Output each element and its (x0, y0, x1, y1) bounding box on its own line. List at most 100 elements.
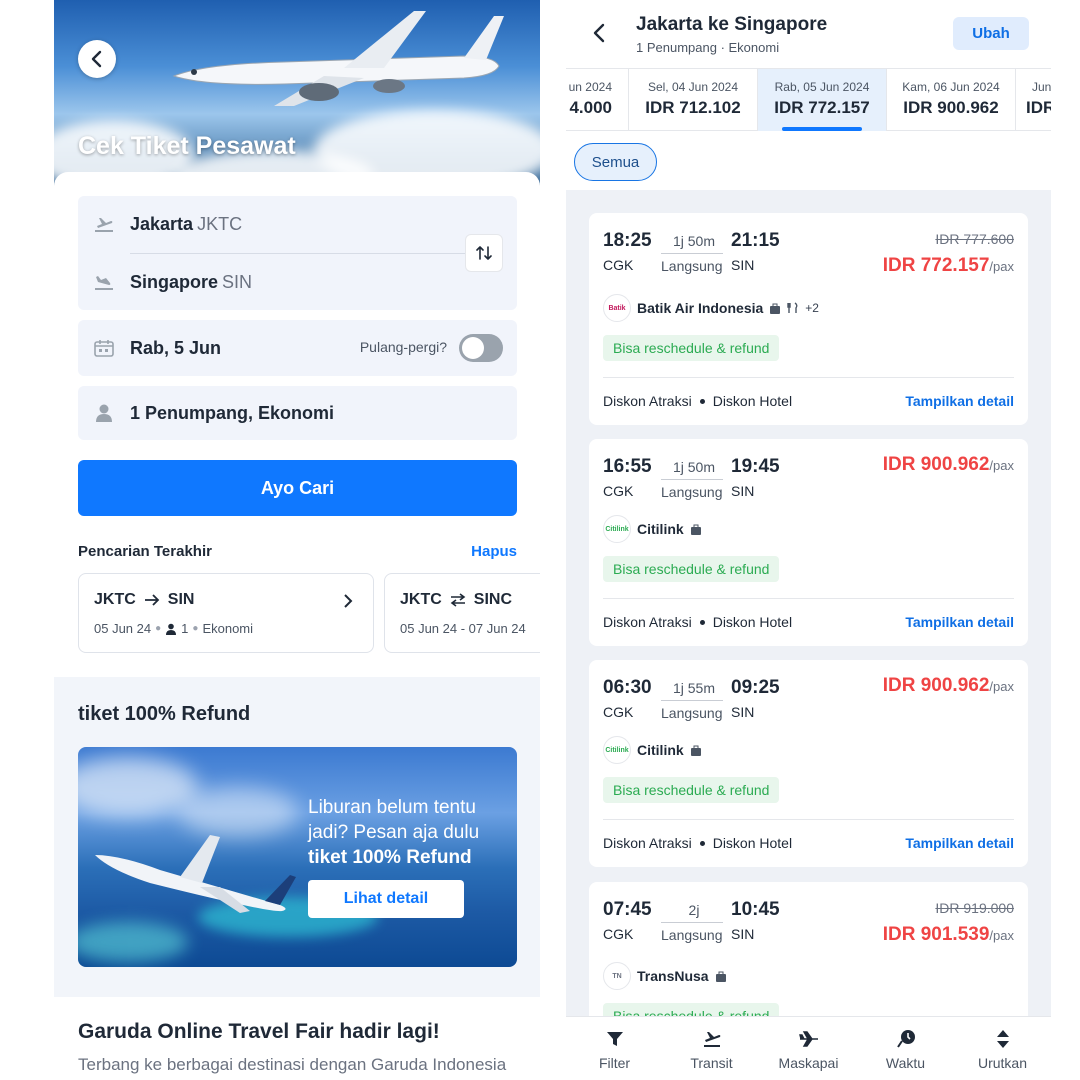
filter-button[interactable]: Filter (566, 1027, 663, 1071)
baggage-icon (770, 303, 781, 314)
date-selector: un 2024 4.000 Sel, 04 Jun 2024 IDR 712.1… (566, 68, 1051, 131)
takeoff-icon (95, 218, 113, 232)
airline: Citilink Citilink (603, 736, 702, 764)
hero-banner: Cek Tiket Pesawat (54, 0, 540, 190)
date-tab[interactable]: un 2024 4.000 (566, 69, 629, 131)
recent-from: JKTC (94, 591, 136, 608)
show-detail-link[interactable]: Tampilkan detail (905, 614, 1014, 630)
promo-section-title: tiket 100% Refund (78, 703, 251, 725)
transit-button[interactable]: Transit (663, 1027, 760, 1071)
swap-route-button[interactable] (465, 234, 503, 272)
show-detail-link[interactable]: Tampilkan detail (905, 835, 1014, 851)
flight-duration: 2j (688, 902, 700, 918)
departure-time: 07:45 (603, 899, 652, 920)
page-title: Cek Tiket Pesawat (78, 132, 296, 160)
airline: Batik Batik Air Indonesia +2 (603, 294, 819, 322)
person-icon (96, 404, 112, 422)
date-tab-selected[interactable]: Rab, 05 Jun 2024 IDR 772.157 (758, 69, 887, 131)
time-button[interactable]: Waktu (857, 1027, 954, 1071)
recent-date: 05 Jun 24 (94, 621, 152, 636)
landing-icon (95, 276, 113, 290)
original-price: IDR 919.000 (935, 900, 1014, 916)
baggage-icon (690, 745, 701, 756)
price: IDR 900.962/pax (882, 675, 1014, 696)
original-price: IDR 777.600 (935, 231, 1014, 247)
refund-badge: Bisa reschedule & refund (603, 556, 780, 582)
selected-indicator (782, 127, 862, 131)
recent-searches-title: Pencarian Terakhir (78, 543, 212, 560)
round-trip-toggle[interactable] (459, 334, 503, 362)
baggage-icon (715, 971, 726, 982)
price: IDR 901.539/pax (882, 924, 1014, 945)
departure-time: 18:25 (603, 230, 652, 251)
refund-badge: Bisa reschedule & refund (603, 335, 780, 361)
departure-time: 06:30 (603, 677, 652, 698)
promo-banner[interactable]: Liburan belum tentu jadi? Pesan aja dulu… (78, 747, 517, 967)
recent-pax: 1 (181, 621, 189, 636)
origin-field[interactable]: Jakarta JKTC (78, 196, 517, 252)
destination-field[interactable]: Singapore SIN (78, 254, 517, 310)
search-button[interactable]: Ayo Cari (78, 460, 517, 516)
arrow-right-icon (144, 594, 160, 606)
flight-card[interactable]: 18:25 1j 50m 21:15 CGK Langsung SIN IDR … (589, 213, 1028, 425)
show-detail-link[interactable]: Tampilkan detail (905, 393, 1014, 409)
arrival-time: 19:45 (731, 456, 780, 477)
back-icon[interactable] (592, 22, 606, 44)
recent-search-card[interactable]: JKTC SIN 05 Jun 24 ● 1 ● Ekonomi (78, 573, 374, 653)
recent-to: SINC (473, 591, 513, 608)
route-box: Jakarta JKTC Singapore SIN (78, 196, 517, 310)
airplane-icon (798, 1031, 818, 1047)
origin-airport: CGK (603, 704, 634, 720)
transnusa-logo: TN (603, 962, 631, 990)
batik-air-logo: Batik (603, 294, 631, 322)
calendar-icon (94, 340, 114, 357)
airline: Citilink Citilink (603, 515, 702, 543)
airline-button[interactable]: Maskapai (760, 1027, 857, 1071)
promo-tags: Diskon Atraksi Diskon Hotel (603, 393, 793, 409)
passenger-field[interactable]: 1 Penumpang, Ekonomi (78, 386, 517, 440)
clear-recent-button[interactable]: Hapus (471, 543, 517, 560)
edit-search-button[interactable]: Ubah (953, 17, 1029, 50)
passenger-summary: 1 Penumpang, Ekonomi (130, 402, 335, 423)
round-trip-label: Pulang-pergi? (359, 339, 447, 355)
price: IDR 772.157/pax (882, 255, 1014, 276)
recent-date: 05 Jun 24 - 07 Jun 24 (400, 621, 526, 636)
sort-button[interactable]: Urutkan (954, 1027, 1051, 1071)
chevron-right-icon (344, 594, 353, 608)
date-tab[interactable]: Kam, 06 Jun 2024 IDR 900.962 (887, 69, 1016, 131)
flight-duration: 1j 50m (672, 459, 716, 475)
promo-detail-button[interactable]: Lihat detail (308, 880, 464, 918)
swap-icon (476, 246, 492, 260)
person-icon (166, 623, 177, 635)
flight-type: Langsung (661, 705, 723, 721)
origin-airport: CGK (603, 257, 634, 273)
filter-chip-all[interactable]: Semua (574, 143, 657, 181)
promo-section: tiket 100% Refund Liburan belum tentu ja… (54, 677, 540, 997)
flight-card[interactable]: 06:30 1j 55m 09:25 CGK Langsung SIN IDR … (589, 660, 1028, 867)
promo-headline: Liburan belum tentu jadi? Pesan aja dulu… (308, 797, 480, 868)
date-tab[interactable]: Jun IDR (1016, 69, 1051, 131)
destination-airport: SIN (731, 704, 755, 720)
departure-date: Rab, 5 Jun (130, 337, 222, 358)
back-button[interactable] (78, 40, 116, 78)
flight-duration: 1j 50m (672, 233, 716, 249)
filter-icon (606, 1032, 623, 1046)
departure-time: 16:55 (603, 456, 652, 477)
destination-code: SIN (222, 271, 253, 292)
date-field[interactable]: Rab, 5 Jun Pulang-pergi? (78, 320, 517, 376)
promo-tags: Diskon Atraksi Diskon Hotel (603, 835, 793, 851)
route-subtitle: 1 Penumpang · Ekonomi (636, 40, 780, 55)
flight-card[interactable]: 16:55 1j 50m 19:45 CGK Langsung SIN IDR … (589, 439, 1028, 646)
arrival-time: 21:15 (731, 230, 780, 251)
citilink-logo: Citilink (603, 736, 631, 764)
citilink-logo: Citilink (603, 515, 631, 543)
arrival-time: 10:45 (731, 899, 780, 920)
price: IDR 900.962/pax (882, 454, 1014, 475)
chevron-left-icon (91, 50, 102, 68)
date-tab[interactable]: Sel, 04 Jun 2024 IDR 712.102 (629, 69, 758, 131)
origin-city: Jakarta (130, 213, 194, 234)
origin-code: JKTC (197, 213, 243, 234)
destination-airport: SIN (731, 257, 755, 273)
flight-duration: 1j 55m (672, 680, 716, 696)
recent-search-card[interactable]: JKTC SINC 05 Jun 24 - 07 Jun 24 (384, 573, 540, 653)
